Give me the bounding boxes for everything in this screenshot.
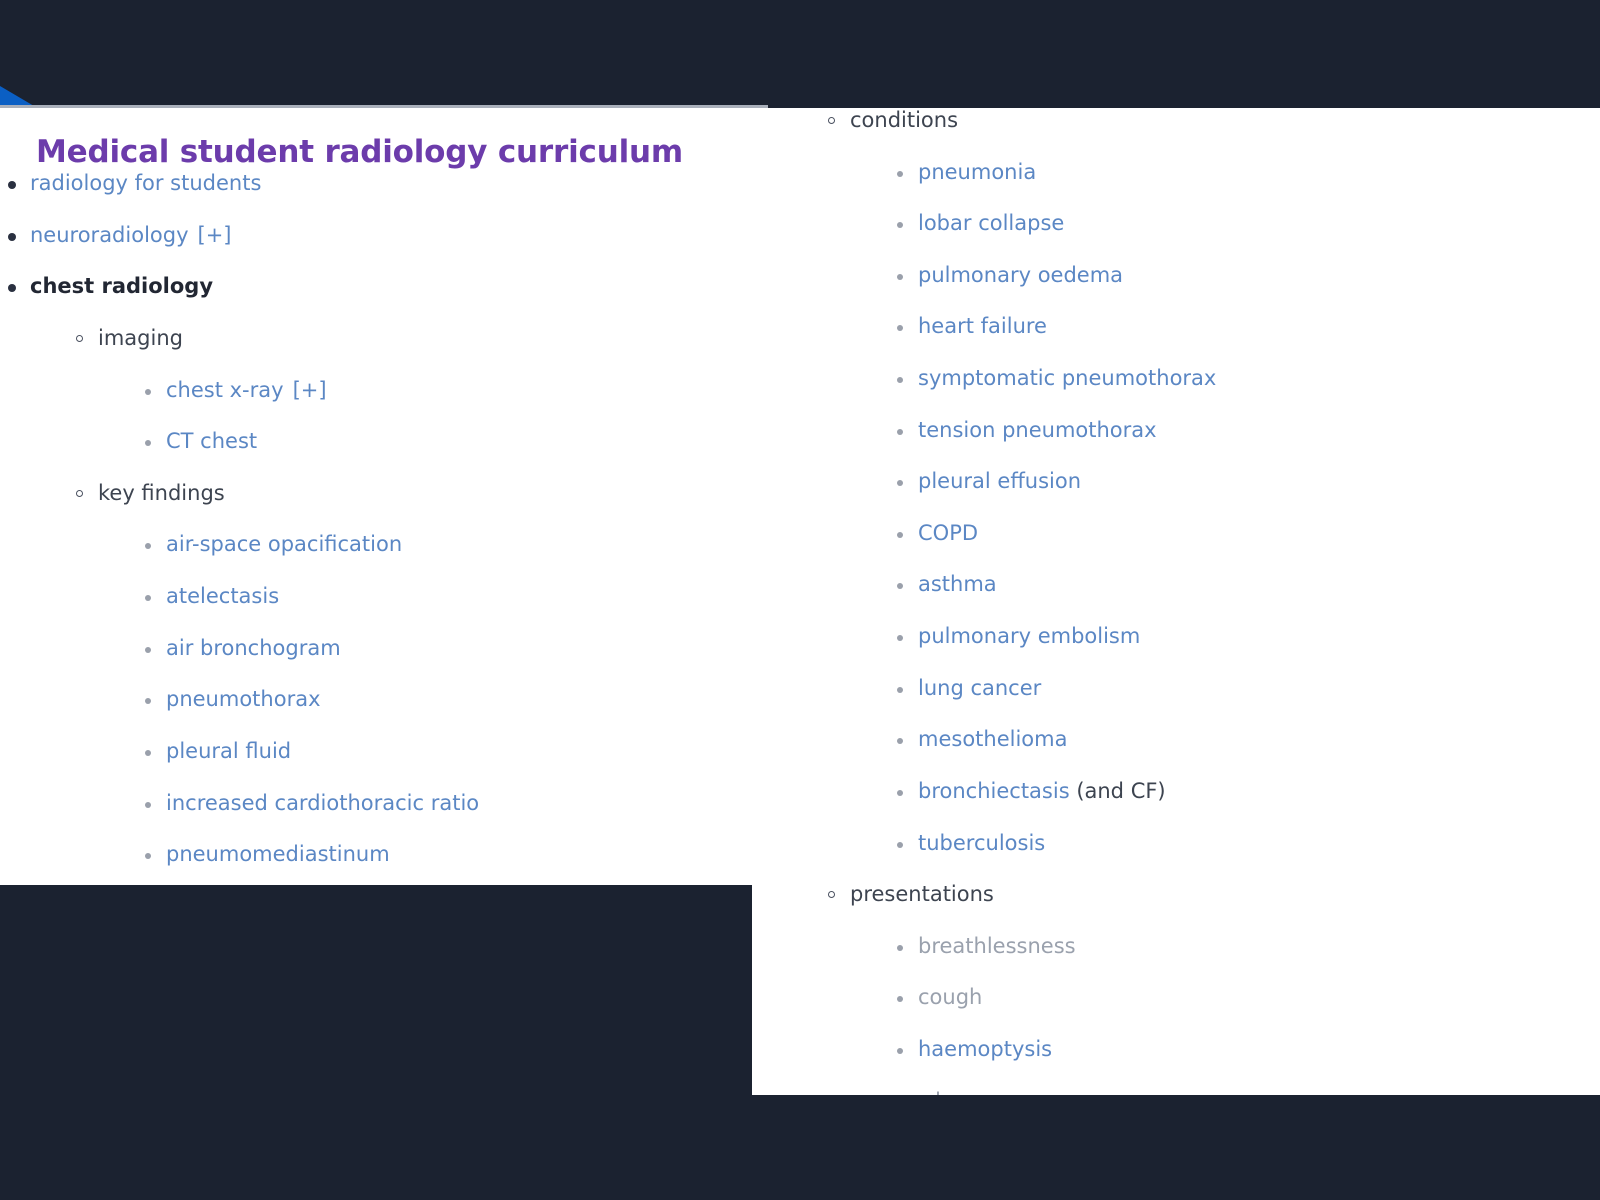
outline-item-heart-failure[interactable]: heart failure bbox=[888, 314, 1600, 340]
expand-toggle-icon[interactable]: [+] bbox=[293, 378, 327, 402]
outline-item-label: wheeze bbox=[918, 1089, 998, 1095]
outline-item-label[interactable]: pneumomediastinum bbox=[166, 842, 390, 866]
outline-item-pleural-effusion[interactable]: pleural effusion bbox=[888, 469, 1600, 495]
outline-item-label[interactable]: haemoptysis bbox=[918, 1037, 1052, 1061]
outline-item-label[interactable]: asthma bbox=[918, 572, 997, 596]
outline-item-pleural-fluid[interactable]: pleural fluid bbox=[136, 739, 768, 765]
outline-item-mesothelioma[interactable]: mesothelioma bbox=[888, 727, 1600, 753]
outline-item-label: presentations bbox=[850, 882, 994, 907]
outline-item-bronchiectasis[interactable]: bronchiectasis (and CF) bbox=[888, 779, 1600, 805]
outline-item-pneumothorax[interactable]: pneumothorax bbox=[136, 687, 768, 713]
outline-item-label: conditions bbox=[850, 108, 959, 132]
outline-item-conditions: conditions bbox=[820, 108, 1600, 134]
outline-item-imaging: imaging bbox=[68, 326, 768, 352]
outline-item-radiology-for-students[interactable]: radiology for students bbox=[0, 171, 768, 197]
outline-item-symptomatic-pneumothorax[interactable]: symptomatic pneumothorax bbox=[888, 366, 1600, 392]
outline-item-tension-pneumothorax[interactable]: tension pneumothorax bbox=[888, 418, 1600, 444]
outline-item-label[interactable]: air bronchogram bbox=[166, 636, 341, 660]
outline-item-atelectasis[interactable]: atelectasis bbox=[136, 584, 768, 610]
outline-item-label[interactable]: mesothelioma bbox=[918, 727, 1067, 751]
outline-item-label[interactable]: COPD bbox=[918, 521, 978, 545]
outline-item-label[interactable]: pleural fluid bbox=[166, 739, 291, 763]
outline-item-cough: cough bbox=[888, 985, 1600, 1011]
outline-item-label[interactable]: pneumonia bbox=[918, 160, 1036, 184]
outline-item-key-findings: key findings bbox=[68, 481, 768, 507]
page-title: Medical student radiology curriculum bbox=[36, 134, 683, 170]
outline-item-pneumomediastinum[interactable]: pneumomediastinum bbox=[136, 842, 768, 868]
outline-item-label: imaging bbox=[98, 326, 183, 351]
outline-item-air-space-opacification[interactable]: air-space opacification bbox=[136, 532, 768, 558]
outline-item-label[interactable]: pulmonary oedema bbox=[918, 263, 1123, 287]
outline-item-label: chest radiology bbox=[30, 274, 214, 299]
outline-item-label: cough bbox=[918, 985, 983, 1010]
outline-item-label[interactable]: symptomatic pneumothorax bbox=[918, 366, 1216, 390]
outline-item-label[interactable]: CT chest bbox=[166, 429, 257, 453]
outline-item-label: breathlessness bbox=[918, 933, 1076, 958]
outline-item-label[interactable]: atelectasis bbox=[166, 584, 279, 608]
outline-item-label[interactable]: lung cancer bbox=[918, 676, 1041, 700]
outline-item-label: key findings bbox=[98, 480, 225, 505]
outline-item-chest-x-ray[interactable]: chest x-ray [+] bbox=[136, 378, 768, 404]
outline-item-label[interactable]: bronchiectasis bbox=[918, 779, 1070, 803]
outline-item-label[interactable]: tuberculosis bbox=[918, 831, 1045, 855]
left-content-panel: Medical student radiology curriculum rad… bbox=[0, 105, 768, 885]
outline-item-pneumonia[interactable]: pneumonia bbox=[888, 160, 1600, 186]
outline-item-presentations: presentations bbox=[820, 882, 1600, 908]
outline-item-label[interactable]: pneumothorax bbox=[166, 687, 321, 711]
outline-item-air-bronchogram[interactable]: air bronchogram bbox=[136, 636, 768, 662]
outline-item-pulmonary-embolism[interactable]: pulmonary embolism bbox=[888, 624, 1600, 650]
outline-item-copd[interactable]: COPD bbox=[888, 521, 1600, 547]
outline-item-haemoptysis[interactable]: haemoptysis bbox=[888, 1037, 1600, 1063]
outline-item-label[interactable]: radiology for students bbox=[30, 171, 261, 195]
outline-item-ct-chest[interactable]: CT chest bbox=[136, 429, 768, 455]
outline-item-label[interactable]: air-space opacification bbox=[166, 532, 402, 556]
outline-item-label[interactable]: pleural effusion bbox=[918, 469, 1081, 493]
curriculum-outline-left: radiology for students neuroradiology [+] c… bbox=[0, 171, 768, 885]
outline-item-label[interactable]: increased cardiothoracic ratio bbox=[166, 791, 479, 815]
outline-item-label[interactable]: tension pneumothorax bbox=[918, 418, 1157, 442]
outline-item-tuberculosis[interactable]: tuberculosis bbox=[888, 831, 1600, 857]
outline-item-label[interactable]: lobar collapse bbox=[918, 211, 1064, 235]
outline-item-increased-cardiothoracic-ratio[interactable]: increased cardiothoracic ratio bbox=[136, 791, 768, 817]
outline-item-suffix: (and CF) bbox=[1069, 778, 1166, 803]
outline-item-neuroradiology[interactable]: neuroradiology [+] bbox=[0, 223, 768, 249]
expand-toggle-icon[interactable]: [+] bbox=[198, 223, 232, 247]
curriculum-outline-right: conditions pneumonia lobar collapse pulmona… bbox=[752, 108, 1600, 1095]
outline-item-label[interactable]: pulmonary embolism bbox=[918, 624, 1140, 648]
outline-item-label[interactable]: heart failure bbox=[918, 314, 1047, 338]
outline-item-label[interactable]: neuroradiology bbox=[30, 223, 189, 247]
page-background: Medical student radiology curriculum rad… bbox=[0, 0, 1600, 1200]
corner-accent-wedge bbox=[0, 86, 34, 106]
outline-item-asthma[interactable]: asthma bbox=[888, 572, 1600, 598]
outline-item-pulmonary-oedema[interactable]: pulmonary oedema bbox=[888, 263, 1600, 289]
outline-item-label[interactable]: chest x-ray bbox=[166, 378, 284, 402]
right-content-panel: conditions pneumonia lobar collapse pulmona… bbox=[752, 108, 1600, 1095]
outline-item-wheeze: wheeze bbox=[888, 1089, 1600, 1095]
outline-item-lobar-collapse[interactable]: lobar collapse bbox=[888, 211, 1600, 237]
outline-item-breathlessness: breathlessness bbox=[888, 934, 1600, 960]
outline-item-chest-radiology: chest radiology bbox=[0, 274, 768, 300]
outline-item-lung-cancer[interactable]: lung cancer bbox=[888, 676, 1600, 702]
